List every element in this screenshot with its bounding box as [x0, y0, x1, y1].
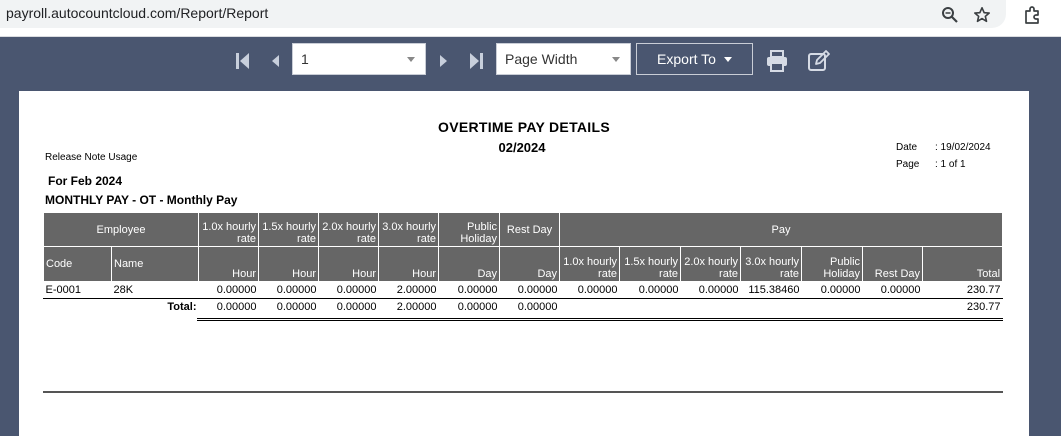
- cell-h15: 0.00000: [276, 284, 317, 296]
- pay-header: Pay: [559, 212, 1004, 247]
- date-label: Date: [896, 142, 918, 153]
- cell-p15: 0.00000: [638, 284, 679, 296]
- grand-total: 230.77: [966, 301, 1001, 313]
- cell-total: 230.77: [966, 284, 1001, 296]
- total-h15: 0.00000: [276, 301, 317, 313]
- page-number-value: 1: [301, 51, 309, 67]
- total-ph: 0.00000: [457, 301, 498, 313]
- row-divider: [43, 298, 1003, 299]
- day-header: Day: [499, 246, 561, 282]
- cell-code: E-0001: [45, 284, 81, 296]
- first-page-icon[interactable]: [232, 45, 252, 77]
- section-label: MONTHLY PAY - OT - Monthly Pay: [45, 193, 238, 207]
- overtime-table: Employee 1.0x hourly rate 1.5x hourly ra…: [42, 212, 1004, 316]
- zoom-select[interactable]: Page Width: [496, 43, 631, 75]
- h30-header: 3.0x hourly rate: [378, 212, 440, 247]
- pay-rest-day-header: Rest Day: [862, 246, 924, 282]
- total-double-underline: [197, 320, 1003, 321]
- public-holiday-header: Public Holiday: [438, 212, 501, 247]
- h10-header: 1.0x hourly rate: [198, 212, 260, 247]
- employee-header: Employee: [42, 212, 200, 247]
- extensions-icon[interactable]: [1021, 4, 1043, 26]
- cell-ph: 0.00000: [457, 284, 498, 296]
- release-note: Release Note Usage: [45, 152, 138, 163]
- report-page: OVERTIME PAY DETAILS 02/2024 Release Not…: [19, 91, 1029, 436]
- zoom-icon[interactable]: [939, 4, 961, 26]
- total-header: Total: [922, 246, 1004, 282]
- caret-down-icon: [723, 56, 732, 62]
- header-row-top: Employee 1.0x hourly rate 1.5x hourly ra…: [42, 212, 1004, 247]
- export-to-button[interactable]: Export To: [636, 43, 753, 75]
- url-text[interactable]: payroll.autocountcloud.com/Report/Report: [6, 5, 268, 21]
- cell-h10: 0.00000: [216, 284, 257, 296]
- bookmark-star-icon[interactable]: [971, 4, 993, 26]
- url-field[interactable]: payroll.autocountcloud.com/Report/Report: [0, 0, 1006, 28]
- cell-h30: 2.00000: [396, 284, 437, 296]
- page-value: : 1 of 1: [935, 159, 966, 170]
- day-header: Day: [438, 246, 501, 282]
- cell-h20: 0.00000: [336, 284, 377, 296]
- page-label: Page: [896, 159, 920, 170]
- total-h20: 0.00000: [336, 301, 377, 313]
- pay-public-holiday-header: Public Holiday: [801, 246, 864, 282]
- zoom-value: Page Width: [505, 51, 578, 67]
- cell-name: 28K: [113, 284, 134, 296]
- pay-15-header: 1.5x hourly rate: [619, 246, 682, 282]
- hour-header: Hour: [378, 246, 440, 282]
- pay-10-header: 1.0x hourly rate: [559, 246, 621, 282]
- browser-address-bar: payroll.autocountcloud.com/Report/Report: [0, 0, 1061, 37]
- total-h30: 2.00000: [396, 301, 437, 313]
- pay-20-header: 2.0x hourly rate: [680, 246, 742, 282]
- export-to-label: Export To: [657, 51, 716, 67]
- totals-row: Total: 0.00000 0.00000 0.00000 2.00000 0…: [44, 299, 1003, 316]
- print-icon[interactable]: [764, 45, 790, 77]
- h20-header: 2.0x hourly rate: [318, 212, 380, 247]
- for-period-label: For Feb 2024: [48, 174, 123, 188]
- report-title: OVERTIME PAY DETAILS: [438, 119, 610, 135]
- totals-label: Total:: [167, 301, 197, 313]
- cell-pph: 0.00000: [820, 284, 861, 296]
- h15-header: 1.5x hourly rate: [258, 212, 320, 247]
- total-underline: [197, 318, 1003, 319]
- report-period: 02/2024: [498, 140, 546, 155]
- footer-rule: [43, 391, 1003, 393]
- chevron-down-icon: [612, 57, 620, 62]
- last-page-icon[interactable]: [467, 45, 487, 77]
- pay-30-header: 3.0x hourly rate: [740, 246, 803, 282]
- cell-p30: 115.38460: [748, 284, 800, 296]
- cell-p10: 0.00000: [577, 284, 618, 296]
- page-number-select[interactable]: 1: [292, 43, 426, 75]
- hour-header: Hour: [258, 246, 320, 282]
- total-h10: 0.00000: [216, 301, 257, 313]
- table-row: E-0001 28K 0.00000 0.00000 0.00000 2.000…: [44, 282, 1003, 300]
- cell-p20: 0.00000: [698, 284, 739, 296]
- next-page-icon[interactable]: [435, 45, 453, 77]
- cell-prd: 0.00000: [880, 284, 921, 296]
- hour-header: Hour: [198, 246, 260, 282]
- previous-page-icon[interactable]: [266, 45, 284, 77]
- cell-rd: 0.00000: [517, 284, 558, 296]
- report-toolbar: 1 Page Width Export To: [0, 37, 1061, 90]
- hour-header: Hour: [318, 246, 380, 282]
- edit-icon[interactable]: [806, 45, 832, 77]
- rest-day-header: Rest Day: [499, 212, 561, 247]
- name-header: Name: [110, 246, 200, 282]
- date-value: : 19/02/2024: [935, 142, 991, 153]
- total-rd: 0.00000: [517, 301, 558, 313]
- code-header: Code: [43, 246, 112, 282]
- chevron-down-icon: [407, 57, 415, 62]
- header-row-sub: Code Name Hour Hour Hour Hour Day Day 1.…: [43, 246, 1004, 282]
